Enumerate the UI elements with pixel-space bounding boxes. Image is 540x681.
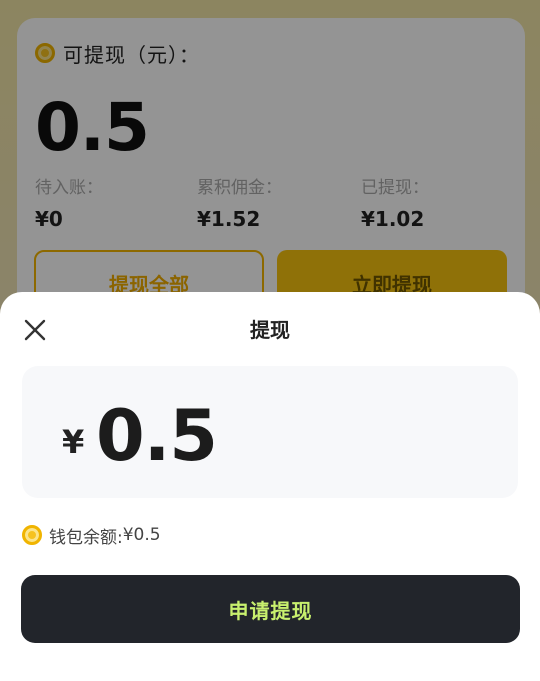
coin-icon: [22, 525, 42, 545]
withdraw-sheet: 提现 ¥ 0.5 钱包余额: ¥0.5 申请提现: [0, 292, 540, 681]
currency-symbol: ¥: [62, 423, 85, 461]
amount-input[interactable]: 0.5: [96, 394, 218, 478]
balance-label: 钱包余额:: [49, 527, 123, 548]
sheet-title: 提现: [250, 318, 290, 342]
amount-field[interactable]: ¥ 0.5: [22, 366, 518, 498]
balance-value: ¥0.5: [122, 525, 161, 545]
wallet-balance-row: 钱包余额: ¥0.5: [22, 522, 161, 548]
apply-withdraw-button[interactable]: 申请提现: [21, 575, 520, 643]
